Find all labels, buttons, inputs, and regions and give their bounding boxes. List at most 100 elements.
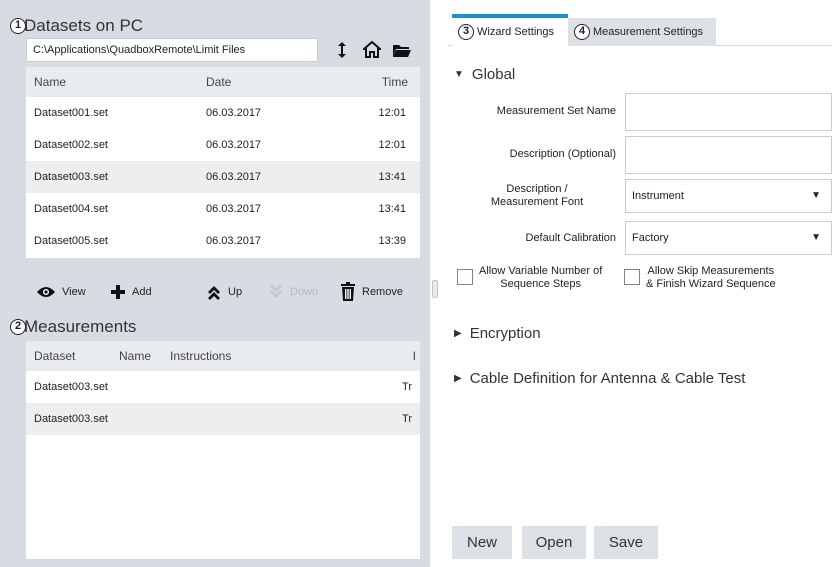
path-row: C:\Applications\QuadboxRemote\Limit File… <box>26 38 424 64</box>
expand-triangle-icon: ▶ <box>454 328 462 339</box>
dataset-row[interactable]: Dataset004.set 06.03.2017 13:41 <box>26 193 420 225</box>
allow-variable-steps-checkbox[interactable]: Allow Variable Number of Sequence Steps <box>457 265 602 291</box>
dataset-row[interactable]: Dataset005.set 06.03.2017 13:39 <box>26 225 420 257</box>
right-panel: 3 Wizard Settings 4 Measurement Settings… <box>440 0 832 567</box>
tab-wizard-settings[interactable]: 3 Wizard Settings <box>452 14 568 46</box>
tab-label: Measurement Settings <box>593 26 704 38</box>
add-button[interactable]: Add <box>110 281 152 303</box>
row-name: Dataset004.set <box>34 203 108 215</box>
group-cable-header[interactable]: ▶ Cable Definition for Antenna & Cable T… <box>454 370 745 387</box>
expand-triangle-icon: ▶ <box>454 373 462 384</box>
label-line1: Allow Variable Number of <box>479 265 603 277</box>
group-encryption-title: Encryption <box>469 325 541 342</box>
group-global-title: Global <box>471 66 516 83</box>
measurement-row[interactable]: Dataset003.set Tr <box>26 371 420 403</box>
eye-icon <box>37 287 55 297</box>
row-time: 13:41 <box>378 171 406 183</box>
tab-measurement-settings[interactable]: 4 Measurement Settings <box>568 18 716 46</box>
col-date[interactable]: Date <box>206 75 231 89</box>
row-time: 12:01 <box>378 139 406 151</box>
row-name: Dataset002.set <box>34 139 108 151</box>
group-cable-title: Cable Definition for Antenna & Cable Tes… <box>469 370 746 387</box>
measurements-title: Measurements <box>24 317 137 336</box>
font-label-line1: Description / <box>506 183 568 195</box>
allow-variable-steps-label: Allow Variable Number of Sequence Steps <box>479 265 602 291</box>
trash-icon <box>341 282 355 301</box>
description-input[interactable] <box>625 136 832 174</box>
font-select-value: Instrument <box>632 190 684 202</box>
plus-icon <box>111 285 125 299</box>
row-name: Dataset005.set <box>34 235 108 247</box>
checkbox-box[interactable] <box>457 269 473 285</box>
label-line1: Allow Skip Measurements <box>647 265 775 277</box>
dataset-row[interactable]: Dataset002.set 06.03.2017 12:01 <box>26 129 420 161</box>
label-line2: Sequence Steps <box>500 278 582 290</box>
dataset-actions: View Add Up Down Remove <box>26 281 420 303</box>
new-button[interactable]: New <box>452 526 512 559</box>
settings-tabbar: 3 Wizard Settings 4 Measurement Settings <box>448 14 832 46</box>
callout-3: 3 <box>458 24 474 40</box>
calibration-select-value: Factory <box>632 232 669 244</box>
panel-splitter-handle[interactable] <box>432 280 438 298</box>
dataset-row-selected[interactable]: Dataset003.set 06.03.2017 13:41 <box>26 161 420 193</box>
measurement-set-name-input[interactable] <box>625 93 832 131</box>
col-name[interactable]: Name <box>119 349 151 363</box>
col-dataset[interactable]: Dataset <box>34 349 75 363</box>
callout-4: 4 <box>574 24 590 40</box>
col-truncated[interactable]: I <box>413 349 416 363</box>
measurement-row-selected[interactable]: Dataset003.set Tr <box>26 403 420 435</box>
left-panel: 1 Datasets on PC C:\Applications\Quadbox… <box>0 0 430 567</box>
view-label: View <box>62 286 86 298</box>
label-line2: & Finish Wizard Sequence <box>646 278 776 290</box>
folder-open-icon[interactable] <box>388 38 416 62</box>
datasets-title: Datasets on PC <box>24 16 144 35</box>
measurement-set-name-label: Measurement Set Name <box>496 105 616 117</box>
row-time: 13:41 <box>378 203 406 215</box>
save-button[interactable]: Save <box>594 526 658 559</box>
row-date: 06.03.2017 <box>206 171 262 183</box>
view-button[interactable]: View <box>36 281 86 303</box>
row-date: 06.03.2017 <box>206 107 262 119</box>
remove-label: Remove <box>362 286 403 298</box>
open-button[interactable]: Open <box>522 526 586 559</box>
row-date: 06.03.2017 <box>206 203 262 215</box>
group-encryption-header[interactable]: ▶ Encryption <box>454 325 541 342</box>
row-name: Dataset003.set <box>34 171 108 183</box>
double-chevron-up-icon <box>208 286 220 300</box>
col-name[interactable]: Name <box>34 75 66 89</box>
font-label-line2: Measurement Font <box>490 196 584 208</box>
measurements-list: Dataset Name Instructions I Dataset003.s… <box>26 341 420 559</box>
row-name: Dataset001.set <box>34 107 108 119</box>
datasets-list-header: Name Date Time <box>26 67 420 97</box>
col-instructions[interactable]: Instructions <box>170 349 231 363</box>
description-label: Description (Optional) <box>509 148 616 160</box>
row-time: 12:01 <box>378 107 406 119</box>
allow-skip-measurements-label: Allow Skip Measurements & Finish Wizard … <box>646 265 776 291</box>
collapse-triangle-icon: ▼ <box>454 69 464 80</box>
checkbox-box[interactable] <box>624 269 640 285</box>
font-select[interactable]: Instrument ▼ <box>625 179 832 213</box>
home-icon[interactable] <box>358 38 386 62</box>
remove-button[interactable]: Remove <box>340 281 403 303</box>
row-dataset: Dataset003.set <box>34 381 108 393</box>
down-label: Down <box>290 286 319 298</box>
row-date: 06.03.2017 <box>206 139 262 151</box>
allow-skip-measurements-checkbox[interactable]: Allow Skip Measurements & Finish Wizard … <box>624 265 776 291</box>
down-button[interactable]: Down <box>268 281 318 303</box>
calibration-select[interactable]: Factory ▼ <box>625 221 832 255</box>
datasets-list: Name Date Time Dataset001.set 06.03.2017… <box>26 67 420 258</box>
group-global-header[interactable]: ▼ Global <box>454 66 515 83</box>
row-truncated: Tr <box>402 381 412 393</box>
up-button[interactable]: Up <box>206 281 242 303</box>
col-time[interactable]: Time <box>382 75 408 89</box>
dataset-row[interactable]: Dataset001.set 06.03.2017 12:01 <box>26 97 420 129</box>
calibration-label: Default Calibration <box>525 232 617 244</box>
measurements-list-header: Dataset Name Instructions I <box>26 341 420 371</box>
row-time: 13:39 <box>378 235 406 247</box>
font-label: Description / Measurement Font <box>462 183 612 209</box>
path-input[interactable]: C:\Applications\QuadboxRemote\Limit File… <box>26 38 318 62</box>
dropdown-arrow-icon: ▼ <box>811 232 821 243</box>
refresh-icon[interactable] <box>328 38 356 62</box>
row-truncated: Tr <box>402 413 412 425</box>
double-chevron-down-icon <box>270 284 282 298</box>
